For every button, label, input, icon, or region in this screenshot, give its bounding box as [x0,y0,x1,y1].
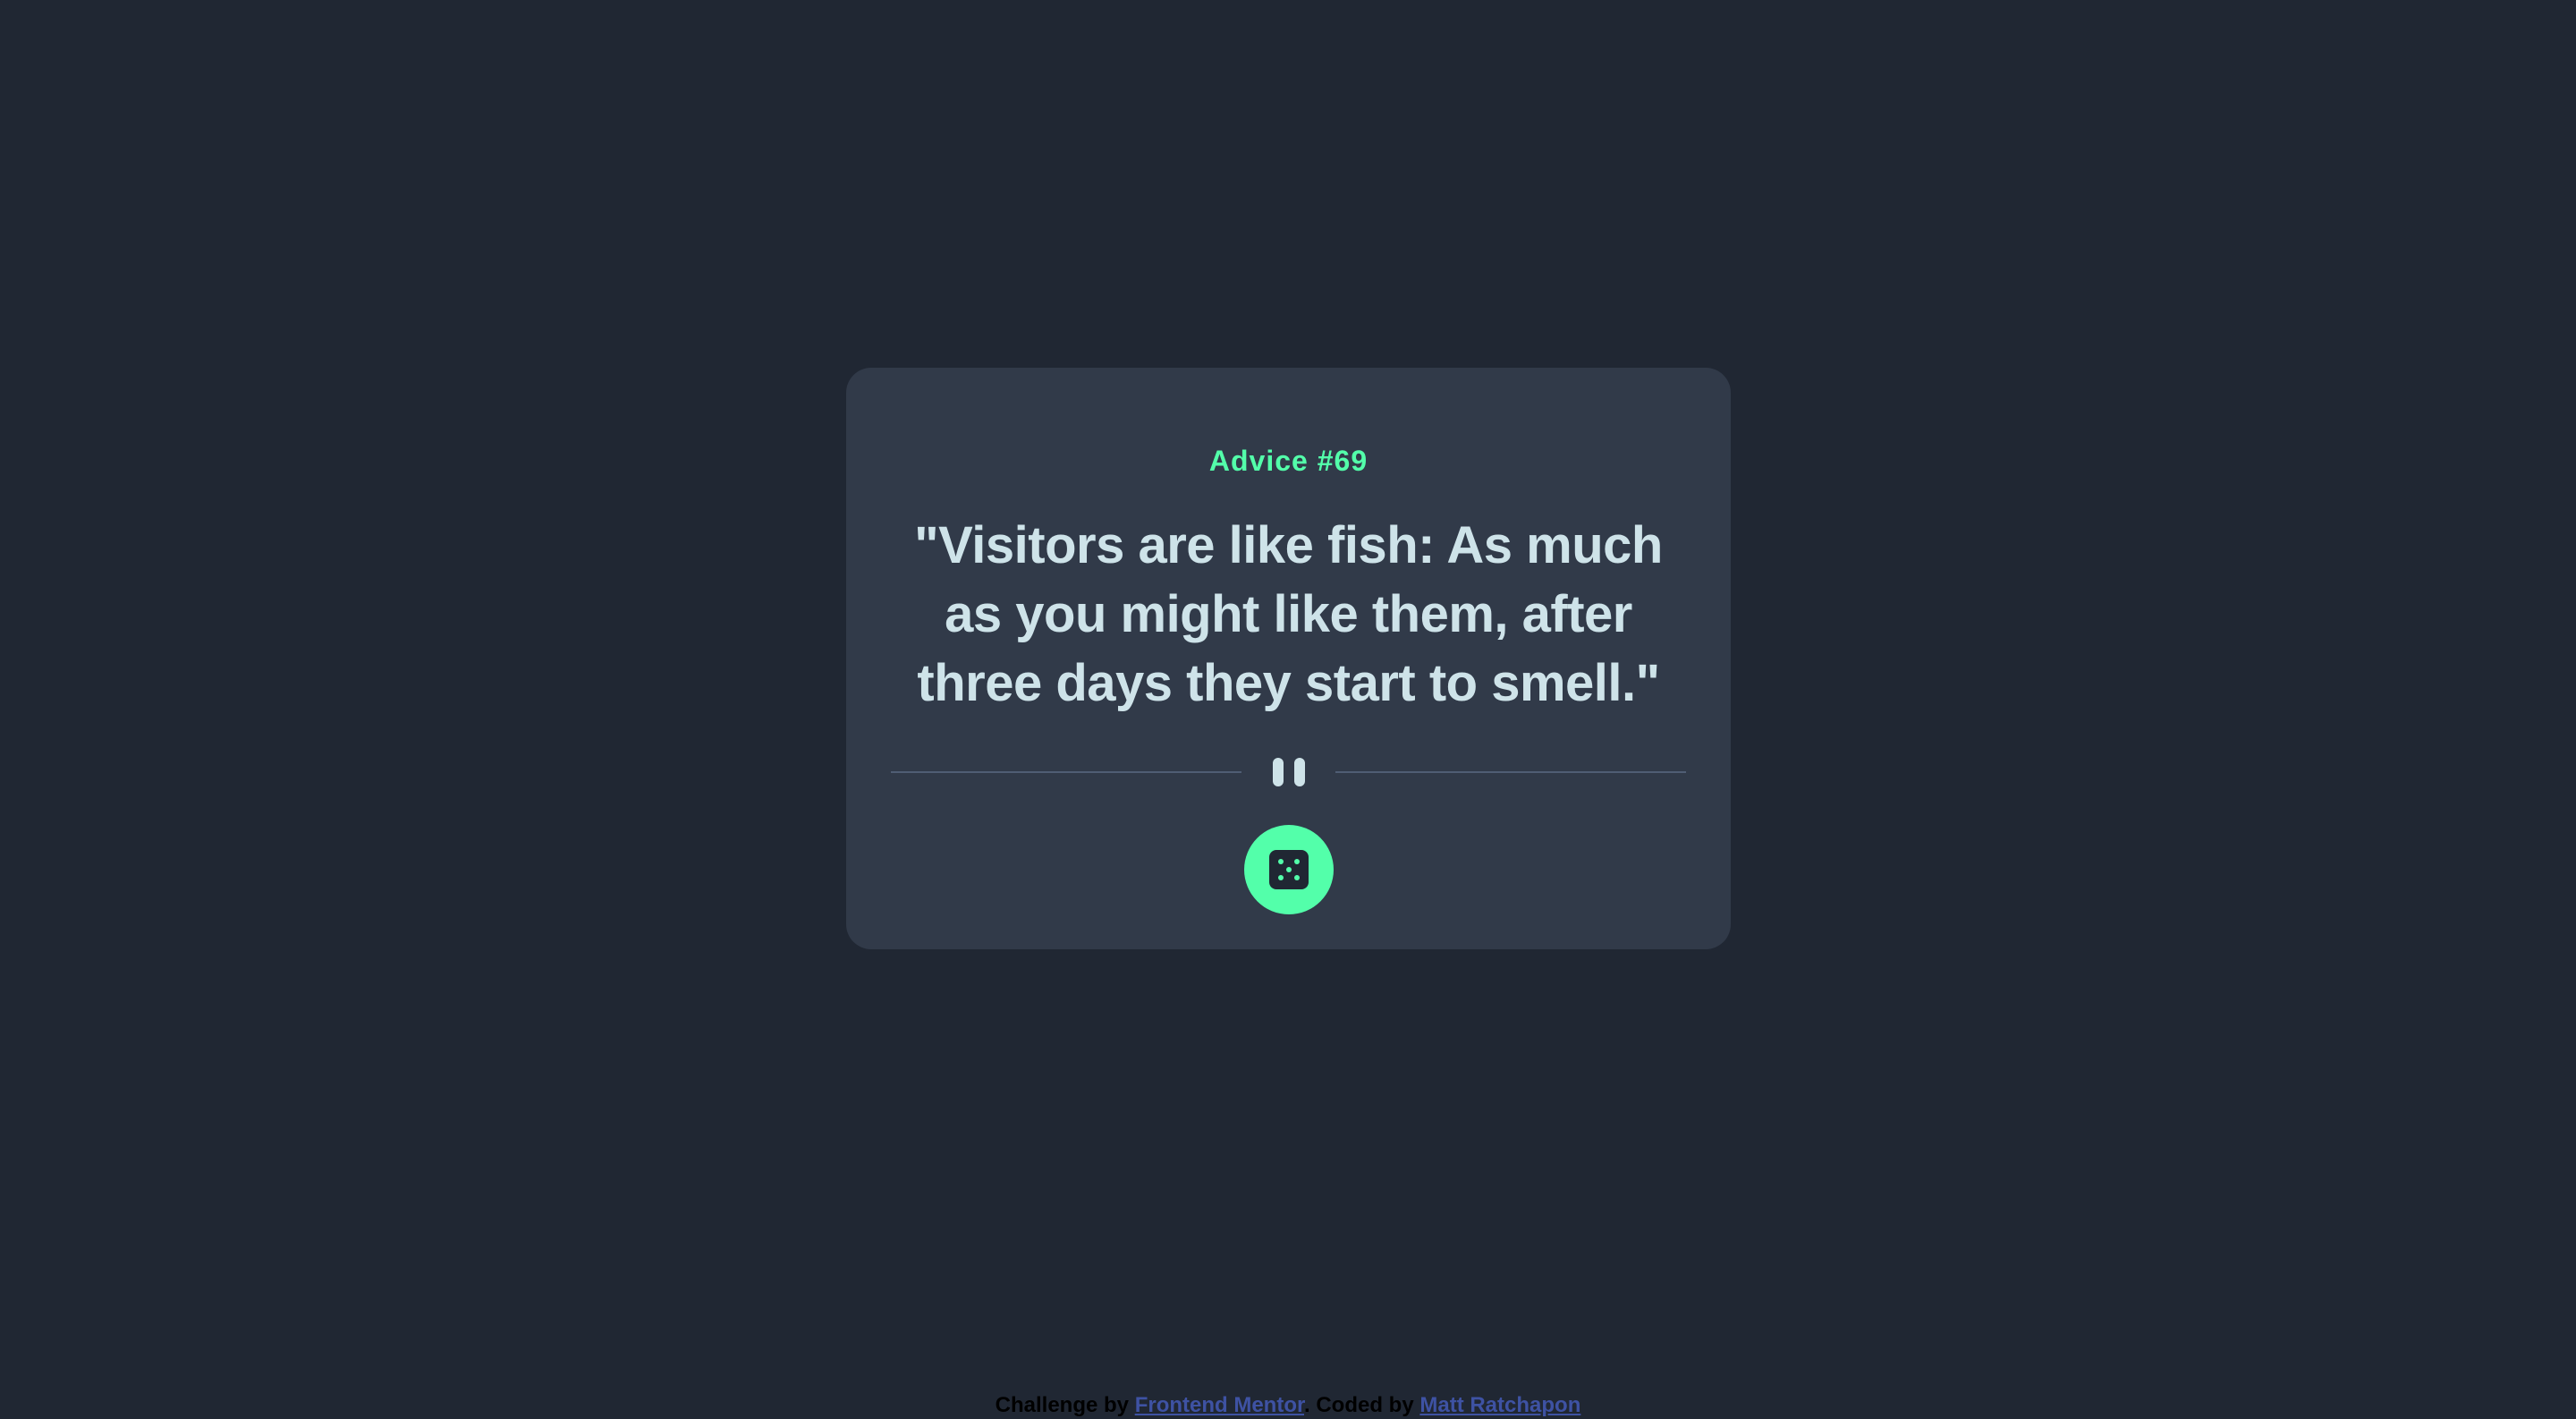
frontend-mentor-link[interactable]: Frontend Mentor [1135,1393,1304,1417]
dice-icon [1268,850,1309,889]
generate-advice-button[interactable] [1243,825,1334,914]
quote-divider [891,758,1686,786]
author-link[interactable]: Matt Ratchapon [1419,1393,1580,1417]
advice-quote: "Visitors are like fish: As much as you … [914,516,1663,712]
pause-icon [1269,758,1309,786]
divider-line-right [1335,771,1686,773]
advice-number: Advice #69 [1208,445,1368,477]
advice-card: Advice #69 "Visitors are like fish: As m… [846,368,1731,949]
challenge-prefix: Challenge by [995,1393,1130,1417]
divider-line-left [891,771,1241,773]
attribution-footer: Challenge by Frontend Mentor. Coded by M… [0,1392,2576,1419]
footer-separator: . Coded by [1304,1393,1414,1417]
